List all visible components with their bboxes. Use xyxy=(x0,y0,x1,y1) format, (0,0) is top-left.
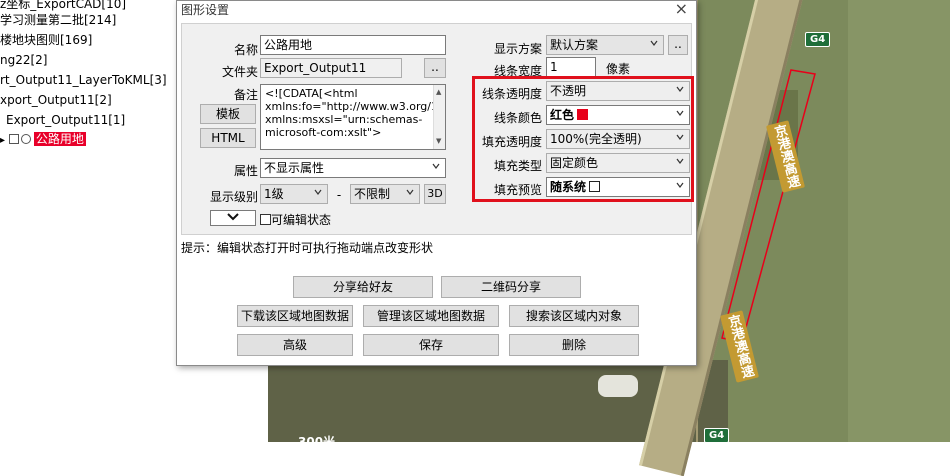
advanced-button[interactable]: 高级 xyxy=(237,334,353,356)
edit-hint: 提示：编辑状态打开时可执行拖动端点改变形状 xyxy=(181,241,434,255)
share-friend-button[interactable]: 分享给好友 xyxy=(293,276,433,298)
level-separator: - xyxy=(336,188,342,202)
dialog-title: 图形设置 xyxy=(181,3,230,17)
scroll-down-icon[interactable]: ▼ xyxy=(436,135,441,148)
highway-shield-top: G4 xyxy=(805,32,831,47)
settings-panel: 名称 公路用地 文件夹 Export_Output11 .. 备注 模板 HTM… xyxy=(181,23,694,235)
chevron-down-icon xyxy=(406,189,414,195)
editable-checkbox[interactable] xyxy=(260,214,271,225)
3d-button[interactable]: 3D xyxy=(424,184,446,204)
name-field[interactable]: 公路用地 xyxy=(260,35,446,55)
delete-button[interactable]: 删除 xyxy=(509,334,639,356)
notes-textarea[interactable]: <![CDATA[<html xmlns:fo="http://www.w3.o… xyxy=(260,84,446,150)
highlight-box xyxy=(472,76,694,202)
chevron-down-icon xyxy=(650,40,658,46)
folder-field[interactable]: Export_Output11 xyxy=(260,58,402,78)
scheme-select[interactable]: 默认方案 xyxy=(546,35,664,55)
chevron-down-icon xyxy=(227,213,239,221)
highway-shield-bottom: G4 xyxy=(704,428,730,443)
search-area-button[interactable]: 搜索该区域内对象 xyxy=(509,305,639,327)
attribute-select[interactable]: 不显示属性 xyxy=(260,158,446,178)
display-level-label: 显示级别 xyxy=(209,190,258,204)
line-width-unit: 像素 xyxy=(606,62,631,76)
chevron-down-icon xyxy=(432,163,440,169)
download-area-button[interactable]: 下载该区域地图数据 xyxy=(237,305,353,327)
notes-text: <![CDATA[<html xmlns:fo="http://www.w3.o… xyxy=(265,87,445,139)
scheme-value: 默认方案 xyxy=(550,38,599,52)
expand-toggle-button[interactable] xyxy=(210,210,256,226)
graphic-settings-dialog: 图形设置 × 名称 公路用地 文件夹 Export_Output11 .. 备注… xyxy=(176,0,697,366)
chevron-down-icon xyxy=(314,189,322,195)
scroll-up-icon[interactable]: ▲ xyxy=(436,86,441,99)
scheme-label: 显示方案 xyxy=(493,42,542,56)
folder-label: 文件夹 xyxy=(221,65,258,79)
level-from-value: 1级 xyxy=(264,187,284,201)
close-icon[interactable]: × xyxy=(675,0,688,18)
notes-scrollbar[interactable]: ▲ ▼ xyxy=(433,85,445,149)
save-button[interactable]: 保存 xyxy=(363,334,499,356)
template-button[interactable]: 模板 xyxy=(200,104,256,124)
level-to-value: 不限制 xyxy=(354,187,391,201)
line-width-field[interactable]: 1 xyxy=(546,57,596,77)
level-to-select[interactable]: 不限制 xyxy=(350,184,420,204)
editable-label: 可编辑状态 xyxy=(271,213,332,227)
manage-area-button[interactable]: 管理该区域地图数据 xyxy=(363,305,499,327)
browse-folder-button[interactable]: .. xyxy=(424,58,446,78)
html-button[interactable]: HTML xyxy=(200,128,256,148)
qr-share-button[interactable]: 二维码分享 xyxy=(441,276,581,298)
scheme-more-button[interactable]: .. xyxy=(668,35,688,55)
level-from-select[interactable]: 1级 xyxy=(260,184,328,204)
attribute-label: 属性 xyxy=(233,164,258,178)
notes-label: 备注 xyxy=(233,88,258,102)
attribute-value: 不显示属性 xyxy=(264,161,325,175)
dialog-titlebar[interactable]: 图形设置 × xyxy=(177,0,696,19)
editable-toggle[interactable]: 可编辑状态 xyxy=(260,211,331,228)
name-label: 名称 xyxy=(233,43,258,57)
